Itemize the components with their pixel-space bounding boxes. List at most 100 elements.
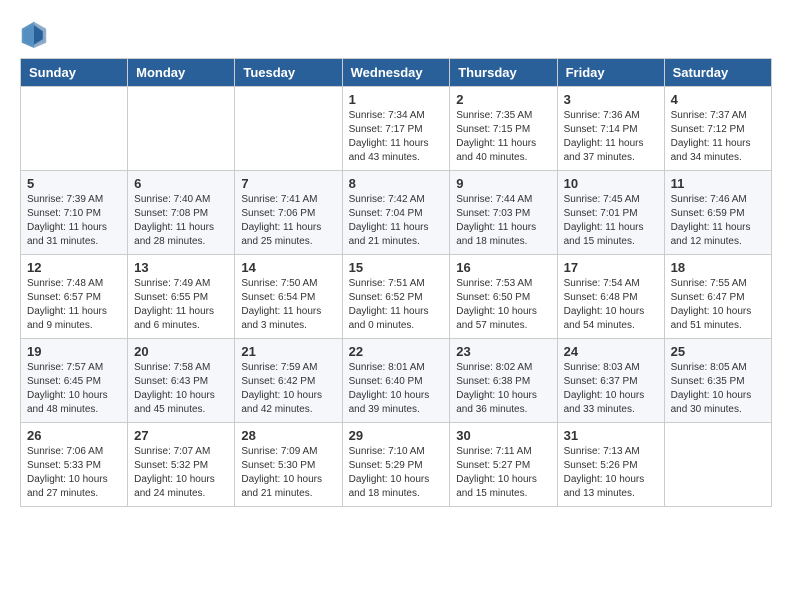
calendar-cell: 19Sunrise: 7:57 AM Sunset: 6:45 PM Dayli… [21, 339, 128, 423]
day-info: Sunrise: 7:39 AM Sunset: 7:10 PM Dayligh… [27, 193, 121, 249]
day-number: 6 [134, 176, 228, 191]
day-info: Sunrise: 7:10 AM Sunset: 5:29 PM Dayligh… [349, 445, 444, 501]
day-number: 7 [241, 176, 335, 191]
weekday-header-row: SundayMondayTuesdayWednesdayThursdayFrid… [21, 59, 772, 87]
day-number: 26 [27, 428, 121, 443]
calendar-cell: 15Sunrise: 7:51 AM Sunset: 6:52 PM Dayli… [342, 255, 450, 339]
day-number: 18 [671, 260, 765, 275]
day-number: 8 [349, 176, 444, 191]
calendar-cell: 5 Sunrise: 7:39 AM Sunset: 7:10 PM Daylig… [21, 171, 128, 255]
day-number: 5 [27, 176, 121, 191]
weekday-header-thursday: Thursday [450, 59, 557, 87]
day-number: 22 [349, 344, 444, 359]
calendar-cell: 4 Sunrise: 7:37 AM Sunset: 7:12 PM Daylig… [664, 87, 771, 171]
calendar-cell [664, 423, 771, 507]
day-number: 10 [564, 176, 658, 191]
day-info: Sunrise: 8:05 AM Sunset: 6:35 PM Dayligh… [671, 361, 765, 417]
calendar-cell: 17 Sunrise: 7:54 AM Sunset: 6:48 PM Dayli… [557, 255, 664, 339]
calendar-cell: 31 Sunrise: 7:13 AM Sunset: 5:26 PM Dayli… [557, 423, 664, 507]
weekday-header-wednesday: Wednesday [342, 59, 450, 87]
calendar-cell: 27 Sunrise: 7:07 AM Sunset: 5:32 PM Dayli… [128, 423, 235, 507]
day-info: Sunrise: 7:45 AM Sunset: 7:01 PM Dayligh… [564, 193, 658, 249]
calendar-table: SundayMondayTuesdayWednesdayThursdayFrid… [20, 58, 772, 507]
day-info: Sunrise: 8:03 AM Sunset: 6:37 PM Dayligh… [564, 361, 658, 417]
day-info: Sunrise: 8:01 AM Sunset: 6:40 PM Dayligh… [349, 361, 444, 417]
calendar-cell: 1Sunrise: 7:34 AM Sunset: 7:17 PM Daylig… [342, 87, 450, 171]
day-info: Sunrise: 7:46 AM Sunset: 6:59 PM Dayligh… [671, 193, 765, 249]
day-info: Sunrise: 7:36 AM Sunset: 7:14 PM Dayligh… [564, 109, 658, 165]
day-number: 11 [671, 176, 765, 191]
day-number: 12 [27, 260, 121, 275]
day-info: Sunrise: 7:09 AM Sunset: 5:30 PM Dayligh… [241, 445, 335, 501]
weekday-header-monday: Monday [128, 59, 235, 87]
calendar-cell: 3 Sunrise: 7:36 AM Sunset: 7:14 PM Daylig… [557, 87, 664, 171]
day-number: 14 [241, 260, 335, 275]
day-info: Sunrise: 7:06 AM Sunset: 5:33 PM Dayligh… [27, 445, 121, 501]
day-number: 17 [564, 260, 658, 275]
calendar-cell: 10 Sunrise: 7:45 AM Sunset: 7:01 PM Dayli… [557, 171, 664, 255]
calendar-cell: 2 Sunrise: 7:35 AM Sunset: 7:15 PM Daylig… [450, 87, 557, 171]
day-number: 3 [564, 92, 658, 107]
weekday-header-friday: Friday [557, 59, 664, 87]
calendar-cell: 14 Sunrise: 7:50 AM Sunset: 6:54 PM Dayli… [235, 255, 342, 339]
day-info: Sunrise: 7:49 AM Sunset: 6:55 PM Dayligh… [134, 277, 228, 333]
day-info: Sunrise: 7:41 AM Sunset: 7:06 PM Dayligh… [241, 193, 335, 249]
day-info: Sunrise: 7:51 AM Sunset: 6:52 PM Dayligh… [349, 277, 444, 333]
day-info: Sunrise: 7:37 AM Sunset: 7:12 PM Dayligh… [671, 109, 765, 165]
calendar-cell: 29 Sunrise: 7:10 AM Sunset: 5:29 PM Dayli… [342, 423, 450, 507]
calendar-cell: 22 Sunrise: 8:01 AM Sunset: 6:40 PM Dayli… [342, 339, 450, 423]
day-number: 16 [456, 260, 550, 275]
calendar-week-row-4: 19Sunrise: 7:57 AM Sunset: 6:45 PM Dayli… [21, 339, 772, 423]
day-number: 2 [456, 92, 550, 107]
day-number: 24 [564, 344, 658, 359]
calendar-cell: 8Sunrise: 7:42 AM Sunset: 7:04 PM Daylig… [342, 171, 450, 255]
day-info: Sunrise: 7:54 AM Sunset: 6:48 PM Dayligh… [564, 277, 658, 333]
day-number: 13 [134, 260, 228, 275]
day-info: Sunrise: 8:02 AM Sunset: 6:38 PM Dayligh… [456, 361, 550, 417]
calendar-cell [235, 87, 342, 171]
calendar-cell: 6 Sunrise: 7:40 AM Sunset: 7:08 PM Daylig… [128, 171, 235, 255]
day-info: Sunrise: 7:55 AM Sunset: 6:47 PM Dayligh… [671, 277, 765, 333]
calendar-week-row-3: 12Sunrise: 7:48 AM Sunset: 6:57 PM Dayli… [21, 255, 772, 339]
day-info: Sunrise: 7:53 AM Sunset: 6:50 PM Dayligh… [456, 277, 550, 333]
calendar-cell: 20 Sunrise: 7:58 AM Sunset: 6:43 PM Dayli… [128, 339, 235, 423]
day-info: Sunrise: 7:11 AM Sunset: 5:27 PM Dayligh… [456, 445, 550, 501]
day-info: Sunrise: 7:57 AM Sunset: 6:45 PM Dayligh… [27, 361, 121, 417]
day-number: 4 [671, 92, 765, 107]
calendar-cell: 23 Sunrise: 8:02 AM Sunset: 6:38 PM Dayli… [450, 339, 557, 423]
day-info: Sunrise: 7:34 AM Sunset: 7:17 PM Dayligh… [349, 109, 444, 165]
calendar-cell: 21Sunrise: 7:59 AM Sunset: 6:42 PM Dayli… [235, 339, 342, 423]
calendar-cell: 28 Sunrise: 7:09 AM Sunset: 5:30 PM Dayli… [235, 423, 342, 507]
calendar-cell: 9Sunrise: 7:44 AM Sunset: 7:03 PM Daylig… [450, 171, 557, 255]
calendar-cell: 26 Sunrise: 7:06 AM Sunset: 5:33 PM Dayli… [21, 423, 128, 507]
day-info: Sunrise: 7:35 AM Sunset: 7:15 PM Dayligh… [456, 109, 550, 165]
day-info: Sunrise: 7:40 AM Sunset: 7:08 PM Dayligh… [134, 193, 228, 249]
calendar-cell [128, 87, 235, 171]
calendar-cell [21, 87, 128, 171]
day-number: 23 [456, 344, 550, 359]
calendar-week-row-5: 26 Sunrise: 7:06 AM Sunset: 5:33 PM Dayli… [21, 423, 772, 507]
calendar-cell: 25 Sunrise: 8:05 AM Sunset: 6:35 PM Dayli… [664, 339, 771, 423]
calendar-cell: 24 Sunrise: 8:03 AM Sunset: 6:37 PM Dayli… [557, 339, 664, 423]
day-number: 20 [134, 344, 228, 359]
day-info: Sunrise: 7:50 AM Sunset: 6:54 PM Dayligh… [241, 277, 335, 333]
page-header [20, 20, 772, 48]
day-number: 28 [241, 428, 335, 443]
day-number: 29 [349, 428, 444, 443]
day-number: 31 [564, 428, 658, 443]
day-info: Sunrise: 7:13 AM Sunset: 5:26 PM Dayligh… [564, 445, 658, 501]
calendar-week-row-2: 5 Sunrise: 7:39 AM Sunset: 7:10 PM Daylig… [21, 171, 772, 255]
day-number: 9 [456, 176, 550, 191]
day-info: Sunrise: 7:58 AM Sunset: 6:43 PM Dayligh… [134, 361, 228, 417]
day-number: 25 [671, 344, 765, 359]
calendar-cell: 30 Sunrise: 7:11 AM Sunset: 5:27 PM Dayli… [450, 423, 557, 507]
calendar-cell: 18 Sunrise: 7:55 AM Sunset: 6:47 PM Dayli… [664, 255, 771, 339]
day-number: 27 [134, 428, 228, 443]
day-info: Sunrise: 7:07 AM Sunset: 5:32 PM Dayligh… [134, 445, 228, 501]
weekday-header-tuesday: Tuesday [235, 59, 342, 87]
calendar-cell: 16 Sunrise: 7:53 AM Sunset: 6:50 PM Dayli… [450, 255, 557, 339]
day-number: 21 [241, 344, 335, 359]
calendar-cell: 7 Sunrise: 7:41 AM Sunset: 7:06 PM Daylig… [235, 171, 342, 255]
day-number: 30 [456, 428, 550, 443]
logo-icon [20, 20, 48, 48]
